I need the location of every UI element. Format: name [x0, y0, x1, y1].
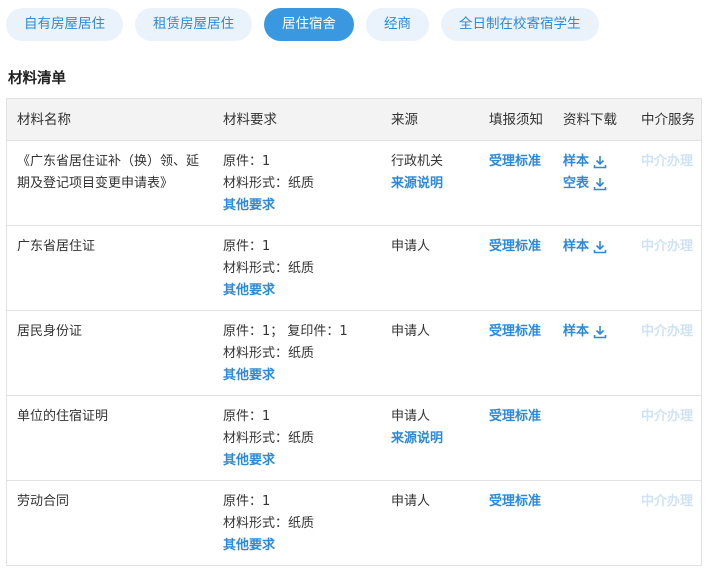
- download-icon: [593, 326, 607, 339]
- notice-cell: 受理标准: [489, 236, 561, 258]
- acceptance-standard-link[interactable]: 受理标准: [489, 151, 561, 173]
- blank-form-download-link[interactable]: 空表: [563, 173, 639, 195]
- agency-cell: 中介办理: [641, 321, 701, 343]
- agency-service-link[interactable]: 中介办理: [641, 409, 693, 424]
- agency-service-link[interactable]: 中介办理: [641, 239, 693, 254]
- agency-service-link[interactable]: 中介办理: [641, 324, 693, 339]
- table-row: 劳动合同 原件：1 材料形式：纸质 其他要求 申请人 受理标准 中介办理: [7, 481, 701, 566]
- material-source: 申请人: [391, 491, 483, 513]
- header-notice: 填报须知: [489, 112, 543, 128]
- agency-service-link[interactable]: 中介办理: [641, 154, 693, 169]
- agency-cell: 中介办理: [641, 151, 701, 173]
- material-requirement: 原件：1 材料形式：纸质 其他要求: [223, 491, 389, 557]
- source-text: 行政机关: [391, 154, 444, 169]
- header-source: 来源: [391, 112, 418, 128]
- other-requirements-link[interactable]: 其他要求: [223, 365, 389, 387]
- agency-cell: 中介办理: [641, 491, 701, 513]
- source-explanation-link[interactable]: 来源说明: [391, 173, 483, 195]
- source-text: 申请人: [391, 324, 431, 339]
- original-count: 原件：1: [223, 494, 271, 509]
- source-text: 申请人: [391, 409, 431, 424]
- material-form: 材料形式：纸质: [223, 261, 315, 276]
- material-source: 申请人: [391, 321, 483, 343]
- sample-download-link[interactable]: 样本: [563, 151, 639, 173]
- header-download: 资料下载: [563, 112, 617, 128]
- table-row: 广东省居住证 原件：1 材料形式：纸质 其他要求 申请人 受理标准 样本 中介办…: [7, 226, 701, 311]
- material-form: 材料形式：纸质: [223, 431, 315, 446]
- material-name: 《广东省居住证补（换）领、延 期及登记项目变更申请表》: [17, 151, 217, 195]
- material-source: 申请人: [391, 236, 483, 258]
- source-text: 申请人: [391, 494, 431, 509]
- notice-cell: 受理标准: [489, 151, 561, 173]
- original-count: 原件：1: [223, 409, 271, 424]
- other-requirements-link[interactable]: 其他要求: [223, 450, 389, 472]
- material-name-line: 劳动合同: [17, 494, 70, 509]
- tab-dormitory[interactable]: 居住宿舍: [264, 8, 354, 41]
- material-name-line: 单位的住宿证明: [17, 409, 109, 424]
- download-cell: 样本: [563, 236, 639, 258]
- header-material-name: 材料名称: [17, 112, 71, 128]
- material-name-line: 《广东省居住证补（换）领、延: [17, 154, 200, 169]
- table-row: 单位的住宿证明 原件：1 材料形式：纸质 其他要求 申请人 来源说明 受理标准 …: [7, 396, 701, 481]
- material-name-line: 居民身份证: [17, 324, 83, 339]
- material-requirement: 原件：1 材料形式：纸质 其他要求: [223, 406, 389, 472]
- original-count: 原件：1: [223, 239, 271, 254]
- acceptance-standard-link[interactable]: 受理标准: [489, 236, 561, 258]
- download-cell: 样本 空表: [563, 151, 639, 195]
- material-requirement: 原件：1 材料形式：纸质 其他要求: [223, 151, 389, 217]
- material-name-line: 广东省居住证: [17, 239, 96, 254]
- tab-boarding-student[interactable]: 全日制在校寄宿学生: [441, 8, 599, 41]
- agency-service-link[interactable]: 中介办理: [641, 494, 693, 509]
- agency-cell: 中介办理: [641, 236, 701, 258]
- other-requirements-link[interactable]: 其他要求: [223, 280, 389, 302]
- material-name: 劳动合同: [17, 491, 217, 513]
- table-header: 材料名称 材料要求 来源 填报须知 资料下载 中介服务: [7, 99, 701, 141]
- table-row: 居民身份证 原件：1； 复印件：1 材料形式：纸质 其他要求 申请人 受理标准 …: [7, 311, 701, 396]
- tab-owned-housing[interactable]: 自有房屋居住: [6, 8, 123, 41]
- sample-label: 样本: [563, 324, 590, 339]
- material-form: 材料形式：纸质: [223, 176, 315, 191]
- notice-cell: 受理标准: [489, 406, 561, 428]
- notice-cell: 受理标准: [489, 321, 561, 343]
- original-count: 原件：1； 复印件：1: [223, 324, 348, 339]
- materials-table: 材料名称 材料要求 来源 填报须知 资料下载 中介服务 《广东省居住证补（换）领…: [6, 98, 702, 566]
- material-name: 广东省居住证: [17, 236, 217, 258]
- sample-download-link[interactable]: 样本: [563, 321, 639, 343]
- agency-cell: 中介办理: [641, 406, 701, 428]
- sample-label: 样本: [563, 154, 590, 169]
- material-requirement: 原件：1 材料形式：纸质 其他要求: [223, 236, 389, 302]
- acceptance-standard-link[interactable]: 受理标准: [489, 321, 561, 343]
- material-form: 材料形式：纸质: [223, 346, 315, 361]
- download-cell: 样本: [563, 321, 639, 343]
- material-name-line: 期及登记项目变更申请表》: [17, 176, 174, 191]
- material-source: 申请人 来源说明: [391, 406, 483, 450]
- material-name: 居民身份证: [17, 321, 217, 343]
- sample-download-link[interactable]: 样本: [563, 236, 639, 258]
- section-title: 材料清单: [8, 71, 66, 87]
- tab-rented-housing[interactable]: 租赁房屋居住: [135, 8, 252, 41]
- header-agency: 中介服务: [641, 112, 695, 128]
- sample-label: 样本: [563, 239, 590, 254]
- source-text: 申请人: [391, 239, 431, 254]
- table-row: 《广东省居住证补（换）领、延 期及登记项目变更申请表》 原件：1 材料形式：纸质…: [7, 141, 701, 226]
- material-name: 单位的住宿证明: [17, 406, 217, 428]
- tab-bar: 自有房屋居住 租赁房屋居住 居住宿舍 经商 全日制在校寄宿学生: [6, 8, 599, 41]
- material-form: 材料形式：纸质: [223, 516, 315, 531]
- blank-form-label: 空表: [563, 176, 590, 191]
- download-icon: [593, 156, 607, 169]
- acceptance-standard-link[interactable]: 受理标准: [489, 406, 561, 428]
- material-requirement: 原件：1； 复印件：1 材料形式：纸质 其他要求: [223, 321, 389, 387]
- other-requirements-link[interactable]: 其他要求: [223, 195, 389, 217]
- acceptance-standard-link[interactable]: 受理标准: [489, 491, 561, 513]
- original-count: 原件：1: [223, 154, 271, 169]
- download-icon: [593, 178, 607, 191]
- notice-cell: 受理标准: [489, 491, 561, 513]
- download-icon: [593, 241, 607, 254]
- header-material-requirement: 材料要求: [223, 112, 277, 128]
- material-source: 行政机关 来源说明: [391, 151, 483, 195]
- source-explanation-link[interactable]: 来源说明: [391, 428, 483, 450]
- tab-business[interactable]: 经商: [366, 8, 429, 41]
- other-requirements-link[interactable]: 其他要求: [223, 535, 389, 557]
